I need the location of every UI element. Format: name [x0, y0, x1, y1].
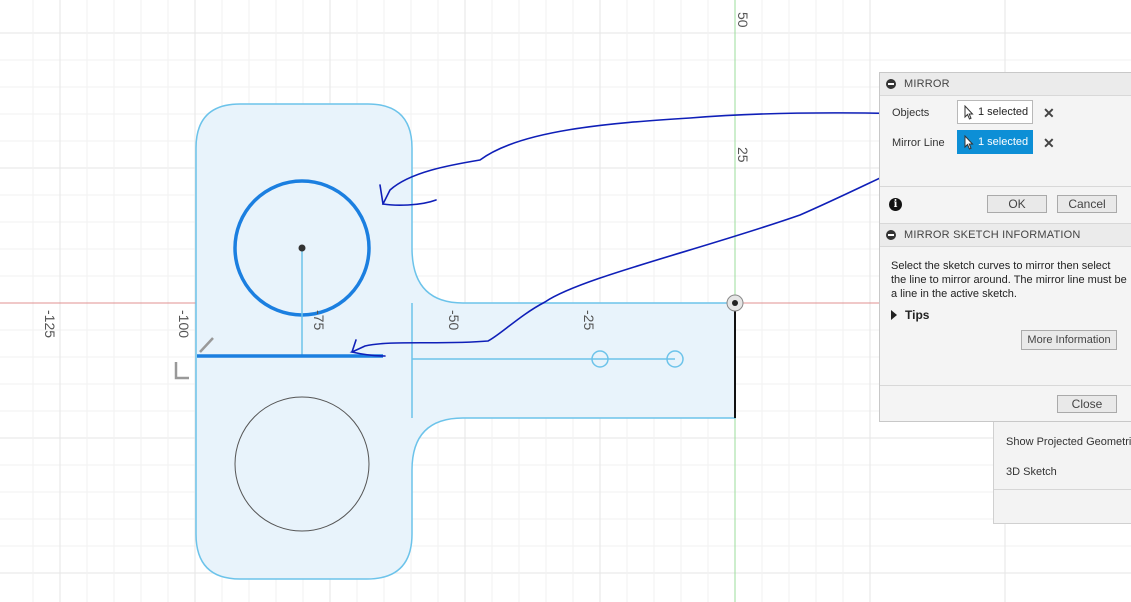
ok-button[interactable]: OK	[987, 195, 1047, 213]
close-button[interactable]: Close	[1057, 395, 1117, 413]
tips-label: Tips	[905, 308, 930, 322]
info-text: Select the sketch curves to mirror then …	[891, 260, 1127, 300]
y-tick-label-50: 50	[735, 12, 751, 28]
mirror-dialog: MIRROR Objects 1 selected ✕ Mirror Line …	[879, 72, 1131, 422]
clear-objects-icon[interactable]: ✕	[1043, 105, 1055, 122]
x-tick-label-neg50: -50	[446, 310, 462, 330]
sketch-palette: Show Projected Geometries 3D Sketch	[993, 418, 1131, 524]
collapse-icon[interactable]	[886, 79, 896, 89]
x-tick-label-neg25: -25	[581, 310, 597, 330]
info-title: MIRROR SKETCH INFORMATION	[904, 229, 1081, 241]
section-divider	[880, 186, 1131, 187]
info-icon: i	[889, 198, 902, 211]
collapse-icon[interactable]	[886, 230, 896, 240]
tips-toggle[interactable]: Tips	[891, 308, 929, 322]
mirror-line-label: Mirror Line	[892, 137, 945, 149]
info-header[interactable]: MIRROR SKETCH INFORMATION	[880, 223, 1131, 247]
y-tick-label-25: 25	[735, 147, 751, 163]
objects-label: Objects	[892, 107, 930, 119]
show-projected-geometries-option[interactable]: Show Projected Geometries	[1006, 436, 1131, 448]
objects-selection-field[interactable]: 1 selected	[957, 100, 1033, 124]
3d-sketch-option[interactable]: 3D Sketch	[1006, 466, 1057, 478]
clear-mirror-line-icon[interactable]: ✕	[1043, 135, 1055, 152]
section-divider	[880, 385, 1131, 386]
x-tick-label-neg125: -125	[42, 310, 58, 338]
objects-selection-count: 1 selected	[978, 106, 1029, 118]
cursor-arrow-icon	[964, 135, 974, 150]
mirror-line-selection-field[interactable]: 1 selected	[957, 130, 1033, 154]
mirror-header[interactable]: MIRROR	[880, 73, 1131, 96]
circle-center-point[interactable]	[298, 244, 306, 252]
origin-center	[732, 300, 738, 306]
cursor-arrow-icon	[964, 105, 974, 120]
expand-triangle-icon	[891, 310, 897, 320]
palette-divider	[994, 489, 1131, 490]
more-information-button[interactable]: More Information	[1021, 330, 1117, 350]
mirror-title: MIRROR	[904, 78, 950, 90]
mirror-line-selection-count: 1 selected	[978, 136, 1029, 148]
cancel-button[interactable]: Cancel	[1057, 195, 1117, 213]
x-tick-label-neg75: -75	[311, 310, 327, 330]
x-tick-label-neg100: -100	[176, 310, 192, 338]
